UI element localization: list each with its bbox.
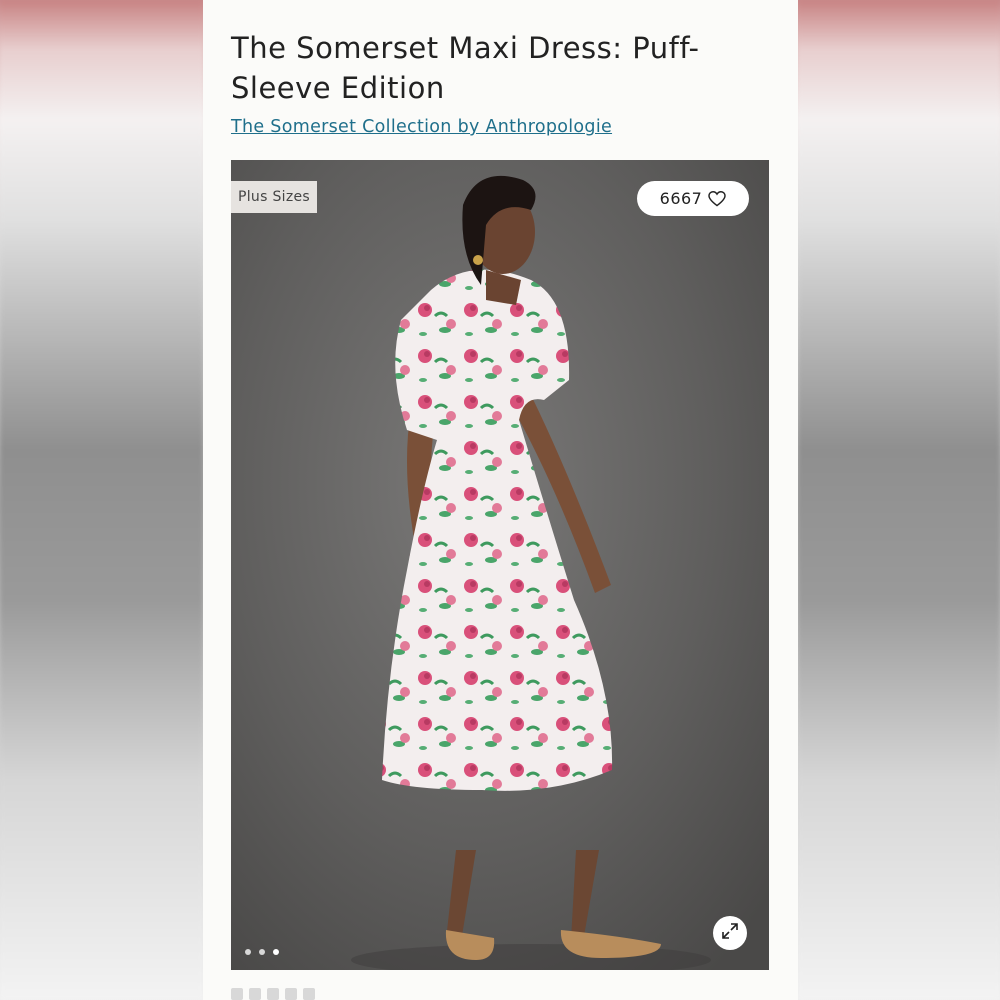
star-icon [249,988,261,1000]
heart-icon [708,190,727,207]
right-blurred-background [798,0,1000,1000]
product-photo [231,160,769,970]
left-blurred-background [0,0,203,1000]
favorite-count: 6667 [659,189,703,208]
favorite-button[interactable]: 6667 [637,181,749,216]
product-title: The Somerset Maxi Dress: Puff-Sleeve Edi… [231,31,700,105]
star-icon [267,988,279,1000]
product-image-carousel[interactable]: Plus Sizes 6667 [231,160,769,970]
expand-image-button[interactable] [713,916,747,950]
carousel-dot[interactable] [245,949,251,955]
rating-stars-peek [231,988,315,1000]
collection-link[interactable]: The Somerset Collection by Anthropologie [231,117,612,137]
product-panel: The Somerset Maxi Dress: Puff-Sleeve Edi… [203,0,798,1000]
star-icon [285,988,297,1000]
carousel-dot-active[interactable] [273,949,279,955]
plus-sizes-badge: Plus Sizes [231,181,317,213]
carousel-dots [245,949,279,955]
star-icon [231,988,243,1000]
star-icon [303,988,315,1000]
expand-icon [721,922,739,944]
carousel-dot[interactable] [259,949,265,955]
